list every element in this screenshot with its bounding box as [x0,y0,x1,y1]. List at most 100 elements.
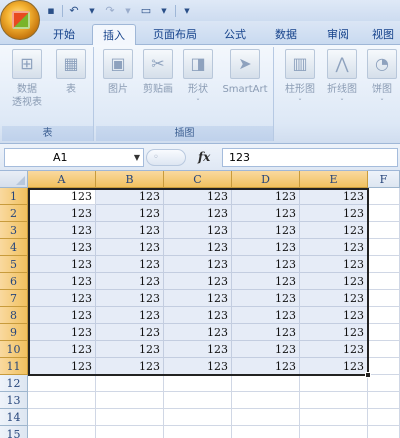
print-preview-dropdown-icon[interactable]: ▼ [157,4,171,18]
column-header-b[interactable]: B [96,171,164,188]
column-chart-button[interactable]: ▥ 柱形图 ˇ [280,49,320,109]
cell-f15[interactable] [368,426,400,438]
tab-page-layout[interactable]: 页面布局 [144,24,206,45]
cell-c13[interactable] [164,392,232,409]
line-chart-button[interactable]: ⋀ 折线图 ˇ [322,49,362,109]
column-header-c[interactable]: C [164,171,232,188]
cell-d8[interactable]: 123 [232,307,300,324]
cell-f11[interactable] [368,358,400,375]
row-header-15[interactable]: 15 [0,426,28,438]
cell-b3[interactable]: 123 [96,222,164,239]
cell-b6[interactable]: 123 [96,273,164,290]
cell-f12[interactable] [368,375,400,392]
cell-b14[interactable] [96,409,164,426]
name-box[interactable]: A1 ▼ [4,148,144,167]
cell-d3[interactable]: 123 [232,222,300,239]
row-header-9[interactable]: 9 [0,324,28,341]
pivot-table-button[interactable]: ⊞ 数据 透视表 [4,49,50,109]
cell-c5[interactable]: 123 [164,256,232,273]
row-header-14[interactable]: 14 [0,409,28,426]
cell-e5[interactable]: 123 [300,256,368,273]
cell-e3[interactable]: 123 [300,222,368,239]
cell-d4[interactable]: 123 [232,239,300,256]
cell-f4[interactable] [368,239,400,256]
cell-a15[interactable] [28,426,96,438]
cell-f5[interactable] [368,256,400,273]
cell-e6[interactable]: 123 [300,273,368,290]
row-header-3[interactable]: 3 [0,222,28,239]
cell-c14[interactable] [164,409,232,426]
cell-c3[interactable]: 123 [164,222,232,239]
cell-b2[interactable]: 123 [96,205,164,222]
cell-a8[interactable]: 123 [28,307,96,324]
cell-a12[interactable] [28,375,96,392]
row-header-13[interactable]: 13 [0,392,28,409]
shapes-button[interactable]: ◨ 形状 ˇ [180,49,216,109]
cell-c9[interactable]: 123 [164,324,232,341]
print-preview-icon[interactable]: ▭ [139,4,153,18]
cell-a4[interactable]: 123 [28,239,96,256]
formula-bar-expand-icon[interactable]: ◦ [146,149,186,166]
fill-handle[interactable] [365,372,371,378]
select-all-button[interactable] [0,171,28,188]
cell-b12[interactable] [96,375,164,392]
cell-b10[interactable]: 123 [96,341,164,358]
formula-input[interactable]: 123 [222,148,398,167]
smartart-button[interactable]: ➤ SmartArt [218,49,272,96]
cell-a9[interactable]: 123 [28,324,96,341]
customize-qat-icon[interactable]: ▼ [180,4,194,18]
undo-icon[interactable]: ↶ [67,4,81,18]
cell-c10[interactable]: 123 [164,341,232,358]
cell-e4[interactable]: 123 [300,239,368,256]
cell-c12[interactable] [164,375,232,392]
column-header-e[interactable]: E [300,171,368,188]
cell-b5[interactable]: 123 [96,256,164,273]
cell-a14[interactable] [28,409,96,426]
cell-f10[interactable] [368,341,400,358]
cell-b4[interactable]: 123 [96,239,164,256]
cell-e15[interactable] [300,426,368,438]
cell-d10[interactable]: 123 [232,341,300,358]
cell-b9[interactable]: 123 [96,324,164,341]
column-header-a[interactable]: A [28,171,96,188]
tab-formulas[interactable]: 公式 [214,24,256,45]
tab-view[interactable]: 视图 [366,24,400,45]
tab-insert[interactable]: 插入 [92,24,136,46]
cell-d11[interactable]: 123 [232,358,300,375]
cell-a13[interactable] [28,392,96,409]
cell-b8[interactable]: 123 [96,307,164,324]
cell-f7[interactable] [368,290,400,307]
cell-d7[interactable]: 123 [232,290,300,307]
cell-f3[interactable] [368,222,400,239]
cell-c1[interactable]: 123 [164,188,232,205]
cell-d14[interactable] [232,409,300,426]
cell-f2[interactable] [368,205,400,222]
save-icon[interactable]: ▪ [44,4,58,18]
cell-e12[interactable] [300,375,368,392]
cell-d2[interactable]: 123 [232,205,300,222]
cell-d6[interactable]: 123 [232,273,300,290]
worksheet-grid[interactable]: A B C D E F 1 123 123 123 123 123 2 123 123 123 123 123 3 1… [0,171,400,438]
cell-b7[interactable]: 123 [96,290,164,307]
tab-data[interactable]: 数据 [264,24,308,45]
cell-c2[interactable]: 123 [164,205,232,222]
cell-c15[interactable] [164,426,232,438]
row-header-6[interactable]: 6 [0,273,28,290]
cell-e13[interactable] [300,392,368,409]
row-header-2[interactable]: 2 [0,205,28,222]
cell-a10[interactable]: 123 [28,341,96,358]
cell-b1[interactable]: 123 [96,188,164,205]
clip-art-button[interactable]: ✂ 剪贴画 [138,49,178,96]
table-button[interactable]: ▦ 表 [52,49,90,96]
cell-e1[interactable]: 123 [300,188,368,205]
cell-d15[interactable] [232,426,300,438]
cell-e14[interactable] [300,409,368,426]
cell-c11[interactable]: 123 [164,358,232,375]
cell-c6[interactable]: 123 [164,273,232,290]
insert-function-button[interactable]: fx [198,148,210,167]
cell-a1[interactable]: 123 [28,188,96,205]
row-header-10[interactable]: 10 [0,341,28,358]
cell-e7[interactable]: 123 [300,290,368,307]
office-button[interactable] [0,0,40,40]
cell-f13[interactable] [368,392,400,409]
